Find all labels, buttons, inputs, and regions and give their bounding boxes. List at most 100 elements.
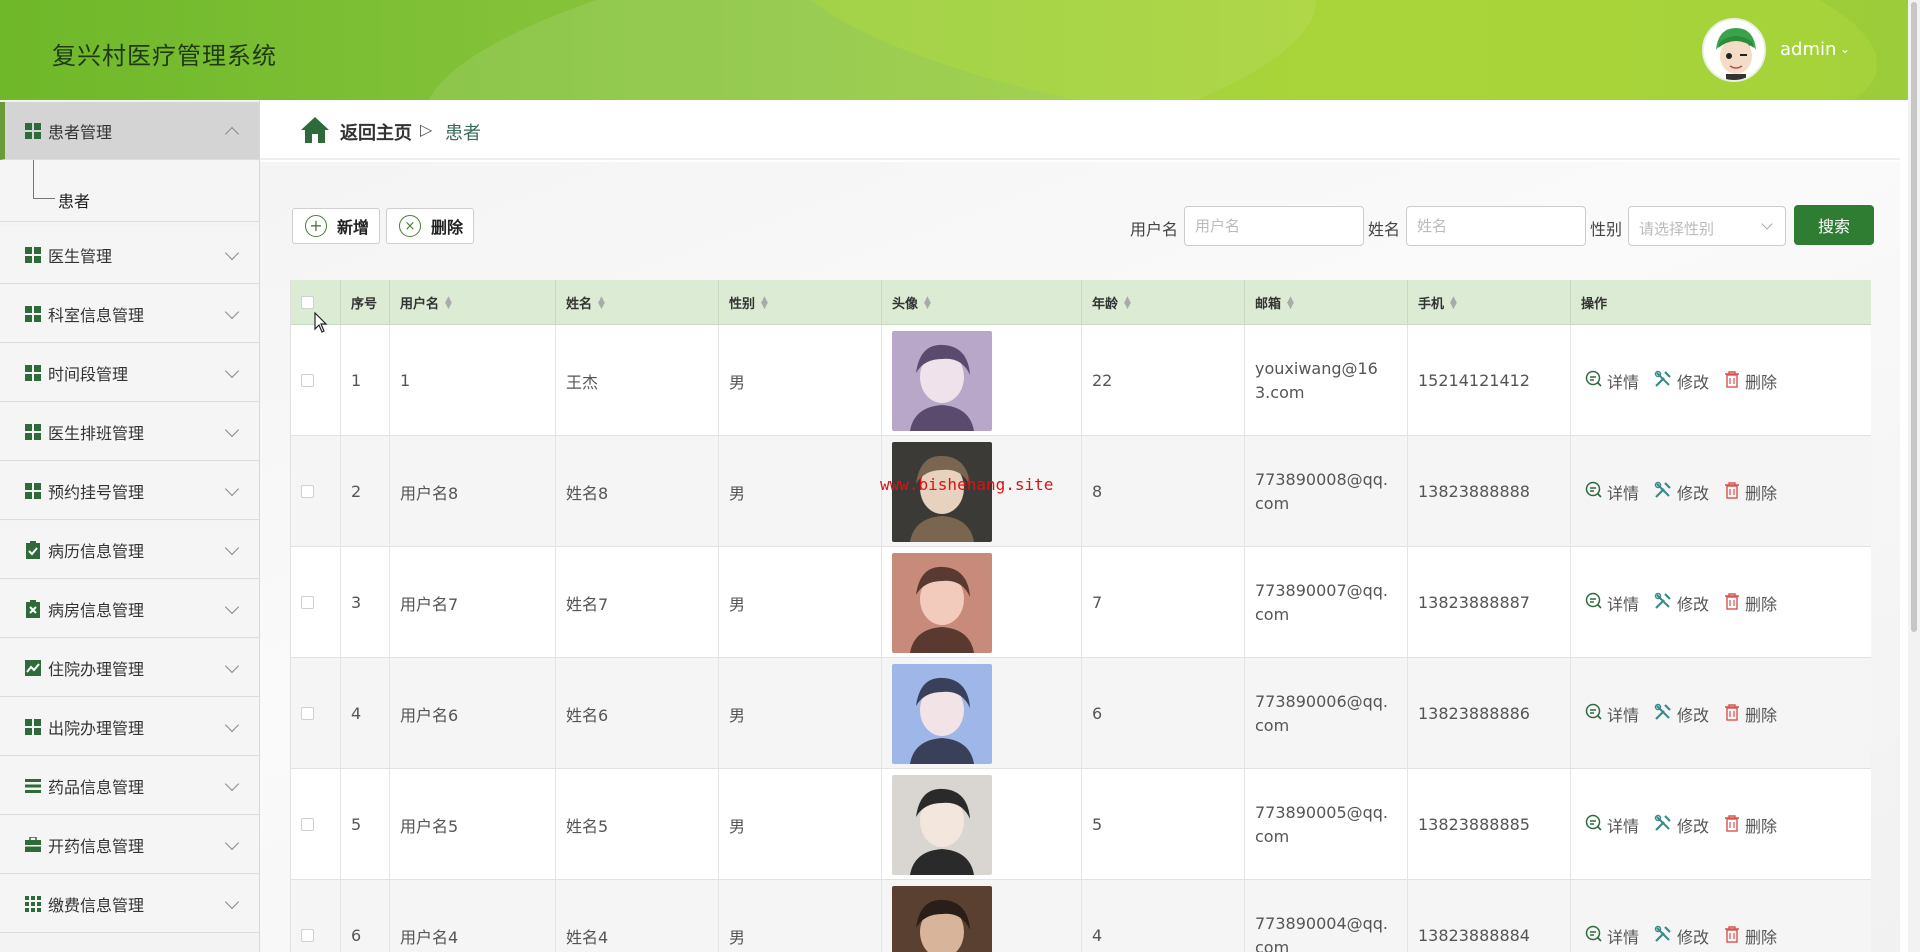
sidebar-item-schedules[interactable]: 医生排班管理 [0,403,259,461]
page-scrollbar[interactable] [1908,0,1920,952]
sidebar-item-departments[interactable]: 科室信息管理 [0,285,259,343]
breadcrumb-separator: ▷ [420,120,433,139]
sidebar-item-doctors[interactable]: 医生管理 [0,226,259,284]
table-cell: 姓名4 [556,880,719,952]
user-avatar[interactable] [1702,18,1766,82]
column-header-gender[interactable]: 性别 ▲ ▼ [719,280,882,325]
row-checkbox[interactable] [301,707,314,720]
table-cell [882,547,1082,658]
sidebar-item-label: 药品信息管理 [48,777,145,797]
sidebar-item-prescriptions[interactable]: 开药信息管理 [0,816,259,874]
delete-action[interactable]: 删除 [1723,924,1777,948]
sort-icon: ▲ ▼ [924,294,931,311]
wrench-icon [1653,480,1677,504]
scrollbar-thumb[interactable] [1911,2,1917,632]
table-row: 2 用户名8 姓名8 男 8 773890008@qq.com 13823888888 详情 修… [291,436,1871,547]
column-header-email[interactable]: 邮箱 ▲ ▼ [1245,280,1408,325]
edit-action[interactable]: 修改 [1653,702,1709,726]
edit-action[interactable]: 修改 [1653,369,1709,393]
column-header-name[interactable]: 姓名 ▲ ▼ [556,280,719,325]
patient-avatar-image [892,774,992,875]
user-name[interactable]: admin [1780,39,1836,60]
trash-icon [1723,592,1745,614]
sidebar-item-discharge[interactable]: 出院办理管理 [0,698,259,756]
patients-table: 序号 用户名 ▲ ▼ 姓名 ▲ ▼ 性别 ▲ ▼ 头像 ▲ ▼ 年龄 ▲ ▼ 邮箱 ▲ ▼ 手机 ▲ ▼ 操… [290,280,1871,952]
select-all-checkbox[interactable] [301,296,314,309]
row-checkbox[interactable] [301,374,314,387]
edit-label: 修改 [1677,483,1710,503]
sidebar-item-medicines[interactable]: 药品信息管理 [0,757,259,815]
cell-age: 22 [1092,371,1113,390]
clipboard-check-icon [24,540,42,559]
list-icon [24,777,42,795]
chevron-down-icon[interactable]: ⌄ [1840,42,1850,56]
search-button[interactable]: 搜索 [1794,205,1874,245]
row-checkbox[interactable] [301,929,314,942]
table-cell: 13823888884 [1408,880,1571,952]
detail-action[interactable]: 详情 [1585,924,1639,948]
table-cell: youxiwang@163.com [1245,325,1408,436]
add-button[interactable]: + 新增 [292,208,380,244]
edit-action[interactable]: 修改 [1653,813,1709,837]
row-checkbox[interactable] [301,596,314,609]
name-search-input[interactable] [1406,206,1586,246]
cell-age: 7 [1092,593,1103,612]
delete-action[interactable]: 删除 [1723,591,1777,615]
delete-action[interactable]: 删除 [1723,480,1777,504]
sidebar-item-timeslots[interactable]: 时间段管理 [0,344,259,402]
cell-email: 773890004@qq.com [1255,913,1389,952]
table-cell: 男 [719,547,882,658]
sidebar-item-label: 患者管理 [48,122,113,142]
cell-username: 用户名4 [400,927,459,947]
trash-icon [1723,370,1745,392]
delete-action[interactable]: 删除 [1723,369,1777,393]
delete-action[interactable]: 删除 [1723,813,1777,837]
column-header-avatar[interactable]: 头像 ▲ ▼ [882,280,1082,325]
column-header-username[interactable]: 用户名 ▲ ▼ [390,280,556,325]
table-cell [291,658,341,769]
detail-icon [1585,925,1607,947]
sidebar-item-label: 科室信息管理 [48,305,145,325]
sidebar-item-records[interactable]: 病历信息管理 [0,521,259,579]
sidebar-item-wards[interactable]: 病房信息管理 [0,580,259,638]
edit-action[interactable]: 修改 [1653,924,1709,948]
detail-action[interactable]: 详情 [1585,591,1639,615]
table-cell: 7 [1082,547,1245,658]
detail-action[interactable]: 详情 [1585,480,1639,504]
row-checkbox[interactable] [301,818,314,831]
edit-action[interactable]: 修改 [1653,480,1709,504]
delete-label: 删除 [1745,372,1778,392]
gender-select[interactable]: 请选择性别 [1628,206,1786,246]
table-cell: 男 [719,658,882,769]
edit-action[interactable]: 修改 [1653,591,1709,615]
table-cell: 2 [341,436,390,547]
cell-index: 2 [351,482,362,501]
cell-username: 用户名8 [400,483,459,503]
column-header-age[interactable]: 年龄 ▲ ▼ [1082,280,1245,325]
mouse-cursor-icon [314,312,328,333]
sidebar-item-payments[interactable]: 缴费信息管理 [0,875,259,933]
username-search-input[interactable] [1184,206,1364,246]
detail-action[interactable]: 详情 [1585,813,1639,837]
cell-name: 王杰 [566,372,599,392]
detail-action[interactable]: 详情 [1585,369,1639,393]
row-checkbox[interactable] [301,485,314,498]
breadcrumb-home-link[interactable]: 返回主页 [340,119,412,145]
home-icon[interactable] [300,116,330,144]
gender-label: 性别 [1590,220,1623,239]
cell-phone: 15214121412 [1418,371,1530,390]
table-cell: 详情 修改 删除 [1571,769,1871,880]
table-cell: 男 [719,325,882,436]
delete-button[interactable]: × 删除 [386,208,474,244]
table-cell [882,658,1082,769]
column-header-phone[interactable]: 手机 ▲ ▼ [1408,280,1571,325]
delete-action[interactable]: 删除 [1723,702,1777,726]
sidebar-subitem-patient[interactable]: 患者 [0,160,259,222]
detail-action[interactable]: 详情 [1585,702,1639,726]
sidebar-item-appointments[interactable]: 预约挂号管理 [0,462,259,520]
patient-avatar-image [892,663,992,764]
sidebar-item-patients[interactable]: 患者管理 [0,102,259,160]
patient-avatar-image [892,885,992,952]
sidebar-item-admission[interactable]: 住院办理管理 [0,639,259,697]
table-cell: 3 [341,547,390,658]
